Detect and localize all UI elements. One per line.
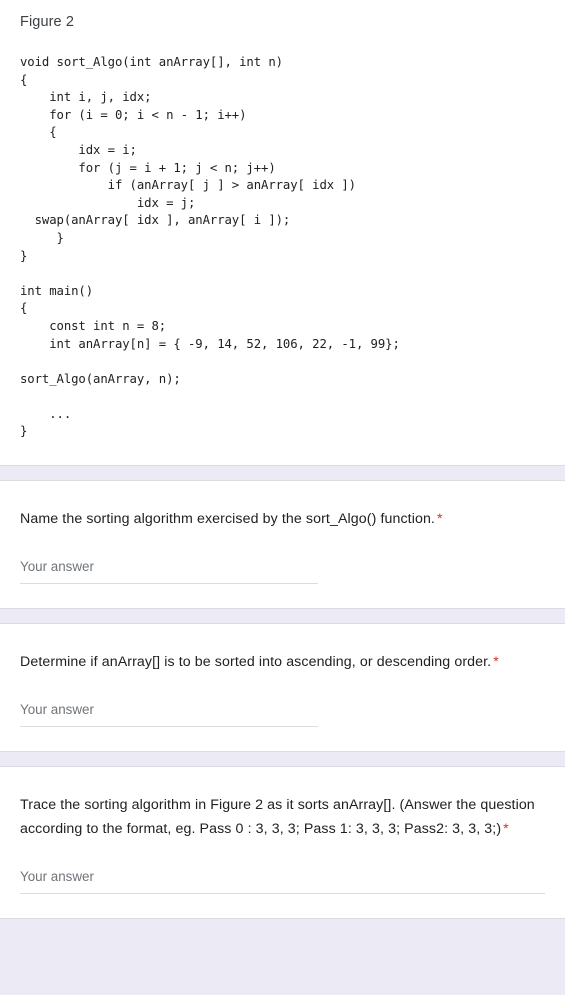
answer-input-1[interactable] <box>20 557 318 585</box>
question-card-2: Determine if anArray[] is to be sorted i… <box>0 623 565 753</box>
required-asterisk-3: * <box>503 821 509 838</box>
answer-wrap-1 <box>20 557 545 585</box>
question-text-2: Determine if anArray[] is to be sorted i… <box>20 654 492 671</box>
answer-wrap-2 <box>20 700 545 728</box>
required-asterisk-1: * <box>436 511 443 528</box>
code-listing: void sort_Algo(int anArray[], int n) { i… <box>20 55 400 439</box>
question-text-3: Trace the sorting algorithm in Figure 2 … <box>20 797 535 838</box>
question-card-1: Name the sorting algorithm exercised by … <box>0 480 565 610</box>
figure-title: Figure 2 <box>20 14 74 30</box>
question-title-1: Name the sorting algorithm exercised by … <box>20 507 545 531</box>
required-asterisk-2: * <box>493 654 499 671</box>
question-card-3: Trace the sorting algorithm in Figure 2 … <box>0 766 565 920</box>
answer-wrap-3 <box>20 867 545 895</box>
answer-input-3[interactable] <box>20 867 545 895</box>
google-form-page: Figure 2 void sort_Algo(int anArray[], i… <box>0 0 565 920</box>
answer-input-2[interactable] <box>20 700 318 728</box>
question-title-2: Determine if anArray[] is to be sorted i… <box>20 650 545 674</box>
question-title-3: Trace the sorting algorithm in Figure 2 … <box>20 793 545 841</box>
question-text-1: Name the sorting algorithm exercised by … <box>20 511 435 528</box>
figure-card: Figure 2 void sort_Algo(int anArray[], i… <box>0 0 565 467</box>
